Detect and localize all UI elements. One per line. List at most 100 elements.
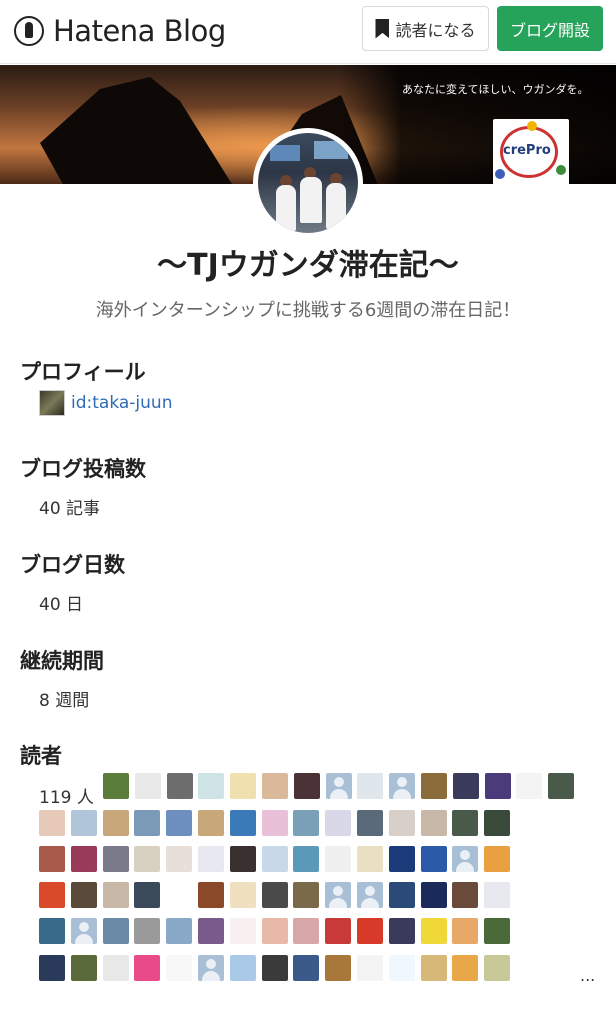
reader-avatar[interactable] <box>166 918 192 944</box>
reader-avatar[interactable] <box>134 918 160 944</box>
reader-avatar[interactable] <box>325 918 351 944</box>
reader-avatar[interactable] <box>293 846 319 872</box>
more-readers-indicator[interactable]: ... <box>580 966 595 985</box>
reader-avatar[interactable] <box>71 882 97 908</box>
reader-avatar[interactable] <box>39 882 65 908</box>
reader-avatar[interactable] <box>421 773 447 799</box>
reader-avatar[interactable] <box>166 955 192 981</box>
reader-avatar[interactable] <box>167 773 193 799</box>
reader-avatar[interactable] <box>389 918 415 944</box>
reader-avatar[interactable] <box>357 773 383 799</box>
reader-avatar[interactable] <box>389 882 415 908</box>
reader-avatar[interactable] <box>166 846 192 872</box>
reader-avatar[interactable] <box>293 955 319 981</box>
reader-avatar[interactable] <box>389 773 415 799</box>
reader-avatar[interactable] <box>357 846 383 872</box>
reader-avatar[interactable] <box>103 773 129 799</box>
reader-avatar[interactable] <box>103 955 129 981</box>
reader-avatar[interactable] <box>262 846 288 872</box>
post-count-heading: ブログ投稿数 <box>20 457 146 481</box>
reader-avatar[interactable] <box>293 882 319 908</box>
reader-avatar[interactable] <box>134 882 160 908</box>
reader-avatar[interactable] <box>103 846 129 872</box>
reader-avatar[interactable] <box>484 810 510 836</box>
reader-avatar[interactable] <box>166 882 192 908</box>
reader-avatar[interactable] <box>484 846 510 872</box>
blog-days-value: 40 日 <box>39 595 84 615</box>
reader-avatar[interactable] <box>134 810 160 836</box>
reader-avatar[interactable] <box>293 918 319 944</box>
reader-avatar[interactable] <box>39 955 65 981</box>
reader-avatar[interactable] <box>325 955 351 981</box>
reader-avatar[interactable] <box>166 810 192 836</box>
reader-avatar[interactable] <box>294 773 320 799</box>
reader-avatar[interactable] <box>453 773 479 799</box>
reader-avatar[interactable] <box>484 918 510 944</box>
reader-avatar[interactable] <box>71 918 97 944</box>
reader-avatar[interactable] <box>389 846 415 872</box>
reader-avatar[interactable] <box>325 846 351 872</box>
reader-avatar[interactable] <box>262 918 288 944</box>
reader-avatar[interactable] <box>484 955 510 981</box>
reader-avatar[interactable] <box>230 918 256 944</box>
reader-avatar[interactable] <box>421 882 447 908</box>
reader-avatar[interactable] <box>326 773 352 799</box>
reader-avatar[interactable] <box>389 955 415 981</box>
reader-avatar[interactable] <box>39 846 65 872</box>
reader-avatar[interactable] <box>103 918 129 944</box>
reader-avatar[interactable] <box>230 955 256 981</box>
reader-avatar[interactable] <box>357 955 383 981</box>
reader-avatar[interactable] <box>198 882 224 908</box>
reader-avatar[interactable] <box>421 918 447 944</box>
reader-avatar[interactable] <box>262 773 288 799</box>
reader-avatar[interactable] <box>548 773 574 799</box>
reader-avatar[interactable] <box>71 955 97 981</box>
reader-avatar[interactable] <box>230 773 256 799</box>
reader-avatar[interactable] <box>262 810 288 836</box>
reader-avatar[interactable] <box>452 846 478 872</box>
reader-avatar[interactable] <box>134 955 160 981</box>
reader-avatar[interactable] <box>230 846 256 872</box>
reader-avatar[interactable] <box>135 773 161 799</box>
reader-avatar[interactable] <box>103 810 129 836</box>
reader-avatar[interactable] <box>198 810 224 836</box>
reader-avatar[interactable] <box>485 773 511 799</box>
crepro-logo-dot-green <box>556 165 566 175</box>
subscribe-button[interactable]: 読者になる <box>362 6 489 51</box>
reader-avatar[interactable] <box>421 955 447 981</box>
hatena-blog-logo[interactable]: Hatena Blog <box>14 13 226 49</box>
profile-user-link[interactable]: id:taka-juun <box>39 390 172 416</box>
reader-avatar[interactable] <box>452 810 478 836</box>
open-blog-button[interactable]: ブログ開設 <box>497 6 603 51</box>
reader-avatar[interactable] <box>421 846 447 872</box>
reader-avatar[interactable] <box>484 882 510 908</box>
reader-avatar[interactable] <box>198 846 224 872</box>
reader-avatar[interactable] <box>452 918 478 944</box>
reader-avatar[interactable] <box>198 773 224 799</box>
reader-avatar[interactable] <box>39 810 65 836</box>
reader-avatar[interactable] <box>262 955 288 981</box>
reader-avatar[interactable] <box>325 882 351 908</box>
reader-avatar[interactable] <box>357 882 383 908</box>
avatar-person <box>326 183 346 229</box>
reader-avatar[interactable] <box>516 773 542 799</box>
reader-avatar[interactable] <box>452 882 478 908</box>
reader-avatar[interactable] <box>71 846 97 872</box>
reader-avatar[interactable] <box>134 846 160 872</box>
reader-avatar[interactable] <box>325 810 351 836</box>
reader-avatar[interactable] <box>421 810 447 836</box>
reader-avatar[interactable] <box>71 810 97 836</box>
reader-avatar[interactable] <box>389 810 415 836</box>
reader-avatar[interactable] <box>198 955 224 981</box>
reader-avatar[interactable] <box>357 810 383 836</box>
reader-avatar[interactable] <box>357 918 383 944</box>
reader-avatar[interactable] <box>103 882 129 908</box>
reader-avatar[interactable] <box>230 810 256 836</box>
reader-avatar[interactable] <box>230 882 256 908</box>
reader-avatar[interactable] <box>293 810 319 836</box>
reader-avatar[interactable] <box>262 882 288 908</box>
reader-avatar[interactable] <box>198 918 224 944</box>
reader-avatar[interactable] <box>39 918 65 944</box>
reader-avatar[interactable] <box>452 955 478 981</box>
blog-title[interactable]: 〜TJウガンダ滞在記〜 <box>0 240 616 284</box>
